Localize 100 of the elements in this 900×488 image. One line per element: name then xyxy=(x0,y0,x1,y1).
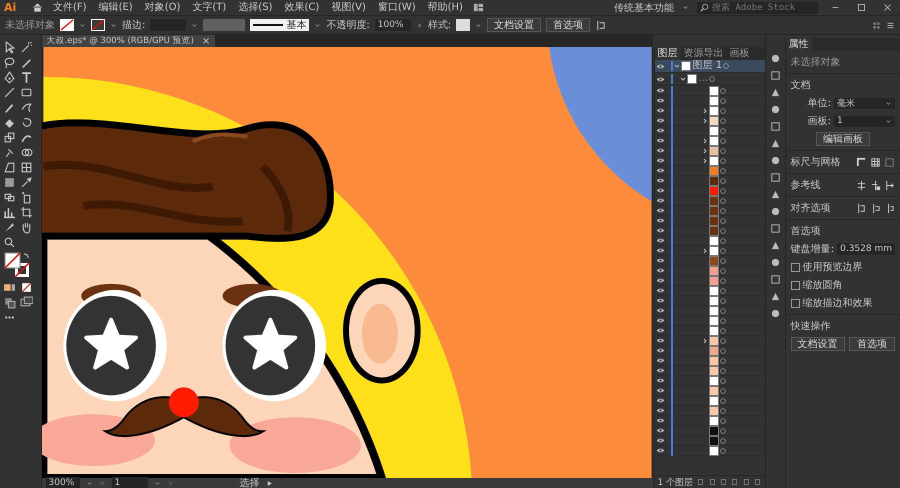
rotate-icon[interactable] xyxy=(20,116,33,129)
zoom-icon[interactable] xyxy=(3,236,16,249)
fill-swatch[interactable] xyxy=(60,19,74,31)
zoom-field[interactable]: 300% xyxy=(46,477,80,488)
toolbar-button[interactable]: 首选项 xyxy=(546,18,590,32)
mesh-icon[interactable] xyxy=(20,161,33,174)
eyedropper-icon[interactable] xyxy=(20,176,33,189)
eye-icon[interactable] xyxy=(656,216,666,225)
eye-icon[interactable] xyxy=(656,266,666,275)
eye-icon[interactable] xyxy=(656,156,666,165)
menu-item[interactable]: 窗口(W) xyxy=(376,0,418,14)
layer-row[interactable] xyxy=(654,306,765,316)
grid-icon[interactable] xyxy=(872,20,881,30)
menu-item[interactable]: 文件(F) xyxy=(51,0,89,14)
layer-row[interactable] xyxy=(654,386,765,396)
checkbox[interactable] xyxy=(790,262,800,272)
eye-icon[interactable] xyxy=(656,196,666,205)
layer-row[interactable]: 图层 1 xyxy=(654,60,765,73)
eye-icon[interactable] xyxy=(656,146,666,155)
lasso-icon[interactable] xyxy=(3,56,16,69)
eye-icon[interactable] xyxy=(656,176,666,185)
eye-icon[interactable] xyxy=(656,416,666,425)
menu-item[interactable]: 选择(S) xyxy=(236,0,274,14)
eye-icon[interactable] xyxy=(656,376,666,385)
layer-row[interactable] xyxy=(654,396,765,406)
close-icon[interactable] xyxy=(882,3,892,12)
chevron-down-icon[interactable] xyxy=(885,118,892,124)
menu-item[interactable]: 效果(C) xyxy=(282,0,322,14)
eye-icon[interactable] xyxy=(656,62,666,70)
eye-icon[interactable] xyxy=(656,96,666,105)
current-tool-status[interactable]: 选择 xyxy=(240,476,260,488)
chevron-down-icon[interactable] xyxy=(86,480,93,486)
layer-row[interactable] xyxy=(654,286,765,296)
layer-row[interactable] xyxy=(654,106,765,116)
eye-icon[interactable] xyxy=(656,326,666,335)
chevron-down-icon[interactable] xyxy=(475,22,482,28)
layout-icon[interactable] xyxy=(472,2,484,13)
smart-guides-icon[interactable] xyxy=(884,180,895,190)
eye-icon[interactable] xyxy=(656,116,666,125)
graphic-style-swatch[interactable] xyxy=(456,19,470,31)
layer-row[interactable] xyxy=(654,136,765,146)
group-name[interactable]: ... xyxy=(698,73,708,85)
stroke-swatch[interactable] xyxy=(91,19,105,31)
eye-icon[interactable] xyxy=(656,306,666,315)
crop-icon[interactable] xyxy=(20,206,33,219)
eye-icon[interactable] xyxy=(656,246,666,255)
opacity-field[interactable]: 100% xyxy=(374,19,411,31)
draw-mode-icon[interactable] xyxy=(3,296,16,309)
first-page-icon[interactable] xyxy=(98,480,106,486)
eye-icon[interactable] xyxy=(656,166,666,175)
eye-icon[interactable] xyxy=(656,206,666,215)
rectangle-icon[interactable] xyxy=(20,86,33,99)
type-icon[interactable] xyxy=(20,71,33,84)
menu-item[interactable]: 视图(V) xyxy=(329,0,368,14)
chevron-right-icon[interactable] xyxy=(416,22,423,28)
eye-icon[interactable] xyxy=(656,366,666,375)
pen-icon[interactable] xyxy=(3,71,16,84)
blend-icon[interactable] xyxy=(3,191,16,204)
eye-icon[interactable] xyxy=(656,426,666,435)
layer-row[interactable] xyxy=(654,146,765,156)
artboard-dropdown[interactable]: 1 xyxy=(834,116,895,126)
layer-row[interactable] xyxy=(654,406,765,416)
chevron-down-icon[interactable] xyxy=(110,22,117,28)
align-icon[interactable] xyxy=(595,20,606,30)
eye-icon[interactable] xyxy=(656,226,666,235)
line-icon[interactable] xyxy=(3,86,16,99)
toolbar-button[interactable]: 文档设置 xyxy=(487,18,542,32)
magic-wand-icon[interactable] xyxy=(20,41,33,54)
layer-row[interactable] xyxy=(654,86,765,96)
transparency-grid-icon[interactable] xyxy=(884,156,895,168)
ruler-icon[interactable] xyxy=(856,156,867,168)
layer-row[interactable] xyxy=(654,366,765,376)
layer-row[interactable] xyxy=(654,276,765,286)
selection-arrow-icon[interactable] xyxy=(3,41,16,54)
eye-icon[interactable] xyxy=(656,74,666,84)
eye-icon[interactable] xyxy=(656,286,666,295)
eye-icon[interactable] xyxy=(656,396,666,405)
eye-icon[interactable] xyxy=(656,316,666,325)
shaper-icon[interactable] xyxy=(20,101,33,114)
layer-row[interactable] xyxy=(654,96,765,106)
home-icon[interactable] xyxy=(32,2,43,13)
eye-icon[interactable] xyxy=(656,126,666,135)
chevron-down-icon[interactable] xyxy=(314,22,322,28)
layer-row[interactable] xyxy=(654,236,765,246)
pin-icon[interactable] xyxy=(3,146,16,159)
maximize-icon[interactable] xyxy=(856,3,866,12)
edit-artboards-button[interactable]: 编辑画板 xyxy=(816,132,870,146)
menu-item[interactable]: 编辑(E) xyxy=(96,0,135,14)
eye-icon[interactable] xyxy=(656,236,666,245)
artboard-number-field[interactable]: 1 xyxy=(112,477,148,488)
layer-row[interactable] xyxy=(654,326,765,336)
quick-action-button[interactable]: 首选项 xyxy=(848,337,895,351)
chevron-down-icon[interactable] xyxy=(191,22,198,28)
menu-item[interactable]: 对象(O) xyxy=(142,0,182,14)
workspace-switcher[interactable]: 传统基本功能 xyxy=(614,0,674,14)
eye-icon[interactable] xyxy=(656,106,666,115)
layer-row[interactable] xyxy=(654,296,765,306)
lock-guides-icon[interactable] xyxy=(870,180,881,190)
tab-close-button[interactable]: × xyxy=(202,36,210,46)
panel-tab[interactable]: 资源导出 xyxy=(680,47,727,60)
